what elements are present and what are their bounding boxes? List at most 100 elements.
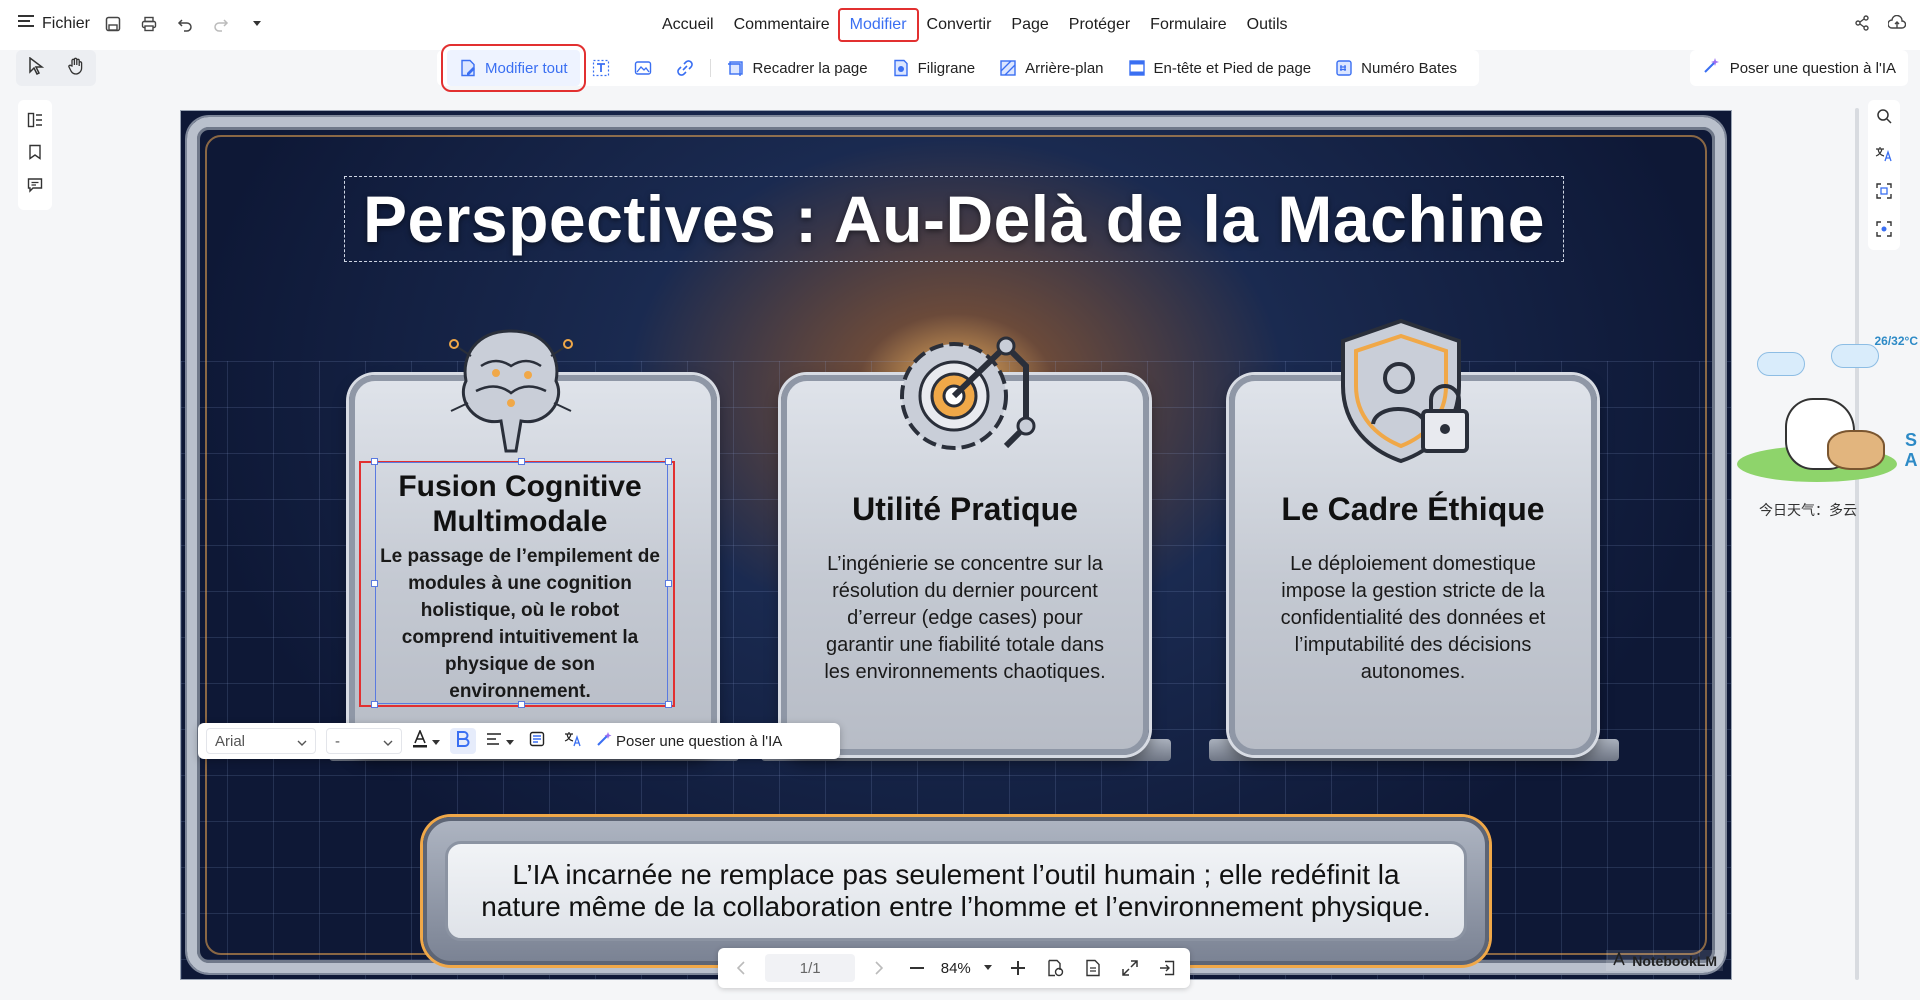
zoom-dropdown-icon[interactable] (982, 955, 994, 981)
header-footer-button[interactable]: En-tête et Pied de page (1116, 50, 1324, 86)
top-menu-bar: Fichier Accueil Commentaire Modifier Con… (0, 0, 1920, 50)
watermark-label: NotebookLM (1632, 952, 1717, 969)
hamburger-icon (18, 14, 34, 33)
redo-icon[interactable] (212, 15, 230, 33)
bates-number-label: Numéro Bates (1361, 59, 1458, 77)
page-number-value: 1/1 (799, 959, 821, 977)
select-cursor-icon[interactable] (28, 56, 44, 80)
single-page-view-icon[interactable] (1080, 955, 1106, 981)
crop-page-button[interactable]: Recadrer la page (715, 50, 880, 86)
add-text-button[interactable] (580, 50, 622, 86)
ask-ai-text-label: Poser une question à l'IA (616, 732, 783, 750)
tab-modifier[interactable]: Modifier (837, 8, 919, 42)
bates-number-icon (1335, 59, 1353, 77)
chevron-down-icon (297, 733, 307, 750)
weather-forecast-text: 今日天气：多云 (1759, 502, 1857, 518)
thumbnails-icon[interactable] (27, 112, 43, 133)
bold-button[interactable] (450, 728, 476, 754)
tab-accueil[interactable]: Accueil (652, 10, 724, 40)
quick-access-dropdown-icon[interactable] (248, 15, 266, 33)
panel-body-utilite: L’ingénierie se concentre sur la résolut… (824, 553, 1106, 683)
ask-ai-button[interactable]: Poser une question à l'IA (1689, 50, 1908, 86)
edit-document-icon (459, 59, 477, 77)
chevron-down-icon (432, 733, 440, 750)
tab-outils[interactable]: Outils (1237, 10, 1298, 40)
resize-handle[interactable] (665, 701, 672, 708)
background-button[interactable]: Arrière-plan (987, 50, 1115, 86)
resize-handle[interactable] (371, 701, 378, 708)
ribbon-separator (709, 59, 711, 77)
resize-handle[interactable] (665, 580, 672, 587)
chevron-down-icon (506, 733, 514, 750)
vertical-scrollbar[interactable] (1855, 108, 1859, 980)
previous-page-button[interactable] (728, 955, 754, 981)
resize-handle[interactable] (665, 458, 672, 465)
watermark-label: Filigrane (917, 59, 976, 77)
bookmark-icon[interactable] (28, 144, 42, 165)
notebooklm-watermark: NotebookLM (1606, 950, 1723, 971)
hand-tool-icon[interactable] (67, 57, 85, 80)
crop-page-label: Recadrer la page (752, 59, 868, 77)
panel-heading-ethique: Le Cadre Éthique (1281, 491, 1545, 527)
bates-number-button[interactable]: Numéro Bates (1323, 50, 1469, 86)
file-menu[interactable]: Fichier (18, 14, 90, 33)
ask-ai-label: Poser une question à l'IA (1729, 59, 1896, 77)
background-icon (999, 59, 1017, 77)
share-icon[interactable] (1854, 15, 1870, 36)
text-properties-button[interactable] (524, 728, 550, 754)
cloud-upload-icon[interactable] (1887, 14, 1907, 36)
conclusion-banner: L’IA incarnée ne remplace pas seulement … (423, 817, 1489, 965)
chevron-down-icon (383, 733, 393, 750)
slide-title-textbox[interactable]: Perspectives : Au-Delà de la Machine (344, 176, 1564, 262)
weather-widget[interactable]: 26/32°C S A 今日天气：多云 (1735, 330, 1920, 525)
tab-proteger[interactable]: Protéger (1059, 10, 1140, 40)
resize-handle[interactable] (371, 458, 378, 465)
search-icon[interactable] (1876, 108, 1892, 129)
resize-handle[interactable] (518, 458, 525, 465)
conclusion-text: L’IA incarnée ne remplace pas seulement … (481, 859, 1431, 922)
font-color-button[interactable] (412, 728, 440, 754)
translate-icon[interactable] (1875, 146, 1893, 167)
font-family-select[interactable]: Arial (206, 728, 316, 754)
font-size-select[interactable]: - (326, 728, 402, 754)
zoom-level[interactable]: 84% (941, 960, 971, 977)
next-page-button[interactable] (866, 955, 892, 981)
add-image-icon (634, 59, 652, 77)
undo-icon[interactable] (176, 15, 194, 33)
left-side-panel (18, 100, 52, 210)
tab-page[interactable]: Page (1001, 10, 1058, 40)
exit-view-icon[interactable] (1154, 955, 1180, 981)
save-icon[interactable] (104, 15, 122, 33)
zoom-out-button[interactable] (904, 955, 930, 981)
align-button[interactable] (486, 728, 514, 754)
page-number-field[interactable]: 1/1 (765, 954, 856, 982)
edit-ribbon: Modifier tout Recadrer la page Filigrane… (437, 44, 1480, 92)
cloud-icon (1757, 352, 1805, 376)
tab-formulaire[interactable]: Formulaire (1140, 10, 1236, 40)
screen-capture-icon[interactable] (1876, 221, 1892, 242)
zoom-in-button[interactable] (1005, 955, 1031, 981)
print-icon[interactable] (140, 15, 158, 33)
translate-icon (564, 731, 582, 751)
fullscreen-icon[interactable] (1117, 955, 1143, 981)
font-size-value: - (335, 732, 340, 750)
translate-text-button[interactable] (560, 728, 586, 754)
text-selection-box[interactable] (375, 462, 668, 704)
ocr-scan-icon[interactable] (1876, 183, 1892, 204)
resize-handle[interactable] (518, 701, 525, 708)
resize-handle[interactable] (371, 580, 378, 587)
bold-icon (456, 731, 470, 751)
tab-convertir[interactable]: Convertir (917, 10, 1002, 40)
ask-ai-text-button[interactable]: Poser une question à l'IA (596, 728, 782, 754)
comment-icon[interactable] (27, 177, 43, 198)
main-menu-tabs: Accueil Commentaire Modifier Convertir P… (652, 0, 1298, 50)
tab-commentaire[interactable]: Commentaire (724, 10, 840, 40)
pointer-tools (16, 50, 96, 86)
conclusion-banner-inner: L’IA incarnée ne remplace pas seulement … (445, 841, 1467, 941)
add-image-button[interactable] (622, 50, 664, 86)
font-color-icon (412, 728, 428, 752)
add-link-button[interactable] (664, 50, 706, 86)
edit-all-button[interactable]: Modifier tout (441, 44, 586, 92)
watermark-button[interactable]: Filigrane (880, 50, 988, 86)
fit-page-icon[interactable] (1042, 955, 1068, 981)
